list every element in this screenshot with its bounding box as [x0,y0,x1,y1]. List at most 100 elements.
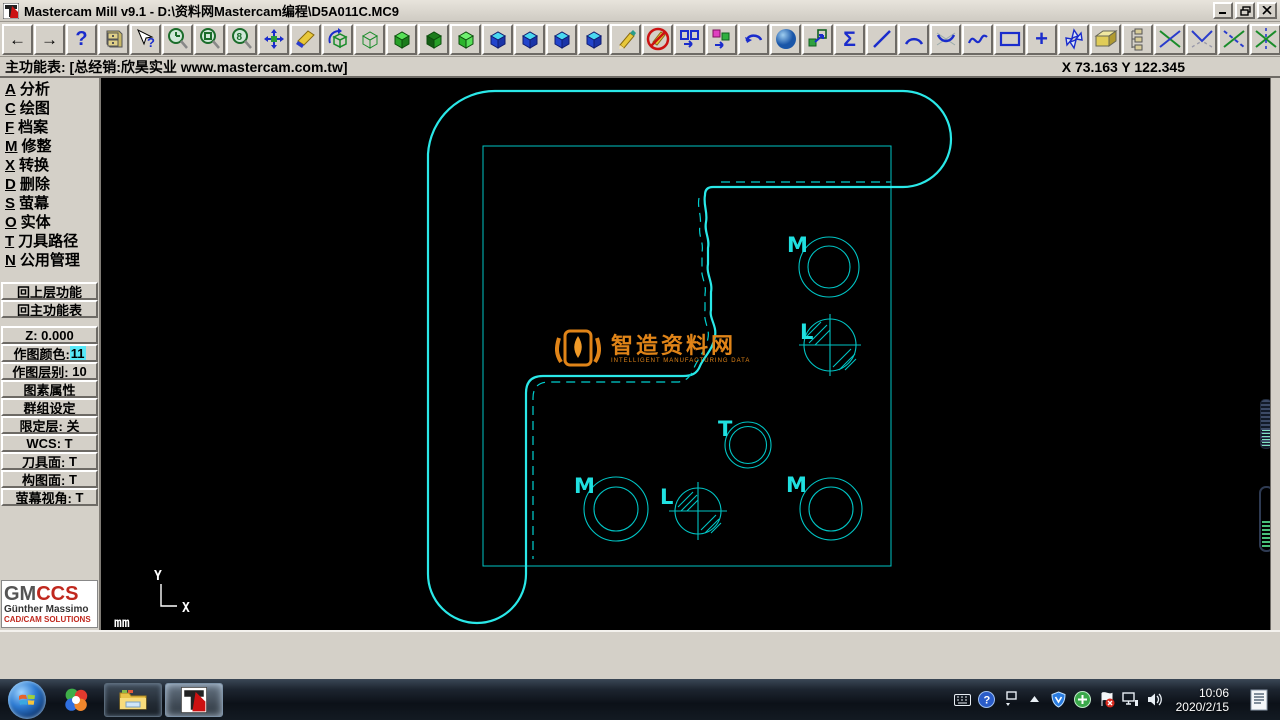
graphics-viewport[interactable]: M L T M L M Y X mm [101,78,1270,630]
tool-plane-button[interactable]: 刀具面: T [1,452,98,470]
create-rectangle-button[interactable] [994,24,1025,55]
solids-box-button[interactable] [1090,24,1121,55]
trim1-icon [1157,26,1183,52]
backup-button[interactable]: 回上层功能 [1,282,98,300]
main-menu-button[interactable]: 回主功能表 [1,300,98,318]
taskbar-mastercam-button[interactable] [165,683,223,717]
zoom-dynamic-button[interactable] [162,24,193,55]
mastercam-taskbar-icon [181,687,207,713]
trim-3-button[interactable] [1218,24,1249,55]
file-cabinet-button[interactable] [98,24,129,55]
trim3-icon [1221,26,1247,52]
keyboard-tray-icon[interactable] [954,691,971,708]
delete-button[interactable] [642,24,673,55]
next-menu-button[interactable] [674,24,705,55]
mag-square-icon [198,27,222,51]
edge-scroll-handle-top[interactable] [1260,399,1270,449]
sidebar-menu-S[interactable]: S萤幕 [1,194,98,213]
sidebar-menu-N[interactable]: N公用管理 [1,251,98,270]
draw-level-button[interactable]: 作图层别: 10 [1,362,98,380]
window-restore-tray-icon[interactable] [1002,691,1019,708]
shield-tray-icon[interactable] [1050,691,1067,708]
create-line-button[interactable] [866,24,897,55]
context-help-button[interactable]: ? [130,24,161,55]
toolbar: ←→?? 8 Σ + [0,22,1280,57]
minimize-button[interactable] [1213,2,1233,19]
fit-screen-button[interactable] [258,24,289,55]
sidebar-menu-F[interactable]: F档案 [1,118,98,137]
trim-2-button[interactable] [1186,24,1217,55]
create-spline-button[interactable] [962,24,993,55]
axis-y-label: Y [154,569,162,584]
conic-icon [934,27,958,51]
gview-top-button[interactable] [482,24,513,55]
calculator-button[interactable]: Σ [834,24,865,55]
axis-indicator: Y X [154,569,190,616]
next-menu-alt-button[interactable] [706,24,737,55]
attributes-button[interactable]: 图素属性 [1,380,98,398]
gview-button[interactable]: 萤幕视角: T [1,488,98,506]
shade-button[interactable] [770,24,801,55]
gview-right-green-button[interactable] [450,24,481,55]
zoom-previous-button[interactable]: 8 [226,24,257,55]
close-button[interactable] [1257,2,1277,19]
mask-level-button[interactable]: 限定层: 关 [1,416,98,434]
back-button[interactable]: ← [2,24,33,55]
gview-wireframe-button[interactable] [354,24,385,55]
groups-button[interactable]: 群组设定 [1,398,98,416]
network-tray-icon[interactable] [1122,691,1139,708]
wcs-button[interactable]: WCS: T [1,434,98,452]
next-menu-icon [678,27,702,51]
menu-bar: 主功能表: [总经销:欣昊实业 www.mastercam.com.tw] X … [0,57,1280,78]
create-conic-button[interactable] [930,24,961,55]
zoom-window-button[interactable] [194,24,225,55]
z-depth-button[interactable]: Z: 0.000 [1,326,98,344]
line-icon [871,28,893,50]
action-center-tray-icon[interactable] [1098,691,1115,708]
notes-tray-button[interactable] [1244,683,1274,717]
help-button[interactable]: ? [66,24,97,55]
cabinet-icon [104,28,124,50]
rotate-view-button[interactable] [322,24,353,55]
cube-blue-icon [583,28,605,50]
operations-manager-button[interactable] [1122,24,1153,55]
edge-scroll-handle-bottom[interactable] [1259,486,1270,552]
forward-button[interactable]: → [34,24,65,55]
hidden-icons-tray-icon[interactable] [1026,691,1043,708]
gview-side-button[interactable] [546,24,577,55]
sidebar-menu-T[interactable]: T刀具路径 [1,232,98,251]
trim-divide-button[interactable] [1250,24,1280,55]
volume-tray-icon[interactable] [1146,691,1163,708]
gview-front-button[interactable] [514,24,545,55]
system-tray: ? 10:06 2020/2/15 [954,683,1278,717]
create-arc-button[interactable] [898,24,929,55]
guard-tray-icon[interactable] [1074,691,1091,708]
taskbar-explorer-button[interactable] [104,683,162,717]
sidebar-menu-C[interactable]: C绘图 [1,99,98,118]
cplane-button[interactable]: 构图面: T [1,470,98,488]
prompt-area[interactable] [0,630,1280,679]
sidebar-menu-A[interactable]: A分析 [1,80,98,99]
draw-color-button[interactable]: 作图颜色:11 [1,344,98,362]
sidebar-menu-X[interactable]: X转换 [1,156,98,175]
sidebar-menu-D[interactable]: D删除 [1,175,98,194]
restore-button[interactable] [1235,2,1255,19]
create-pattern-button[interactable] [1058,24,1089,55]
repaint-button[interactable] [290,24,321,55]
gview-iso-button[interactable] [578,24,609,55]
hole-m-top [799,237,859,297]
taskbar-clock[interactable]: 10:06 2020/2/15 [1176,686,1229,714]
to-solids-button[interactable] [802,24,833,55]
trim-1-button[interactable] [1154,24,1185,55]
gview-iso-green-button[interactable] [386,24,417,55]
svg-text:8: 8 [236,32,242,43]
create-point-button[interactable]: + [1026,24,1057,55]
undo-button[interactable] [738,24,769,55]
taskbar-browser-button[interactable] [54,682,98,718]
start-button[interactable] [8,681,46,719]
help-circle-tray-icon[interactable]: ? [978,691,995,708]
create-button[interactable] [610,24,641,55]
sidebar-menu-O[interactable]: O实体 [1,213,98,232]
sidebar-menu-M[interactable]: M修整 [1,137,98,156]
gview-left-green-button[interactable] [418,24,449,55]
